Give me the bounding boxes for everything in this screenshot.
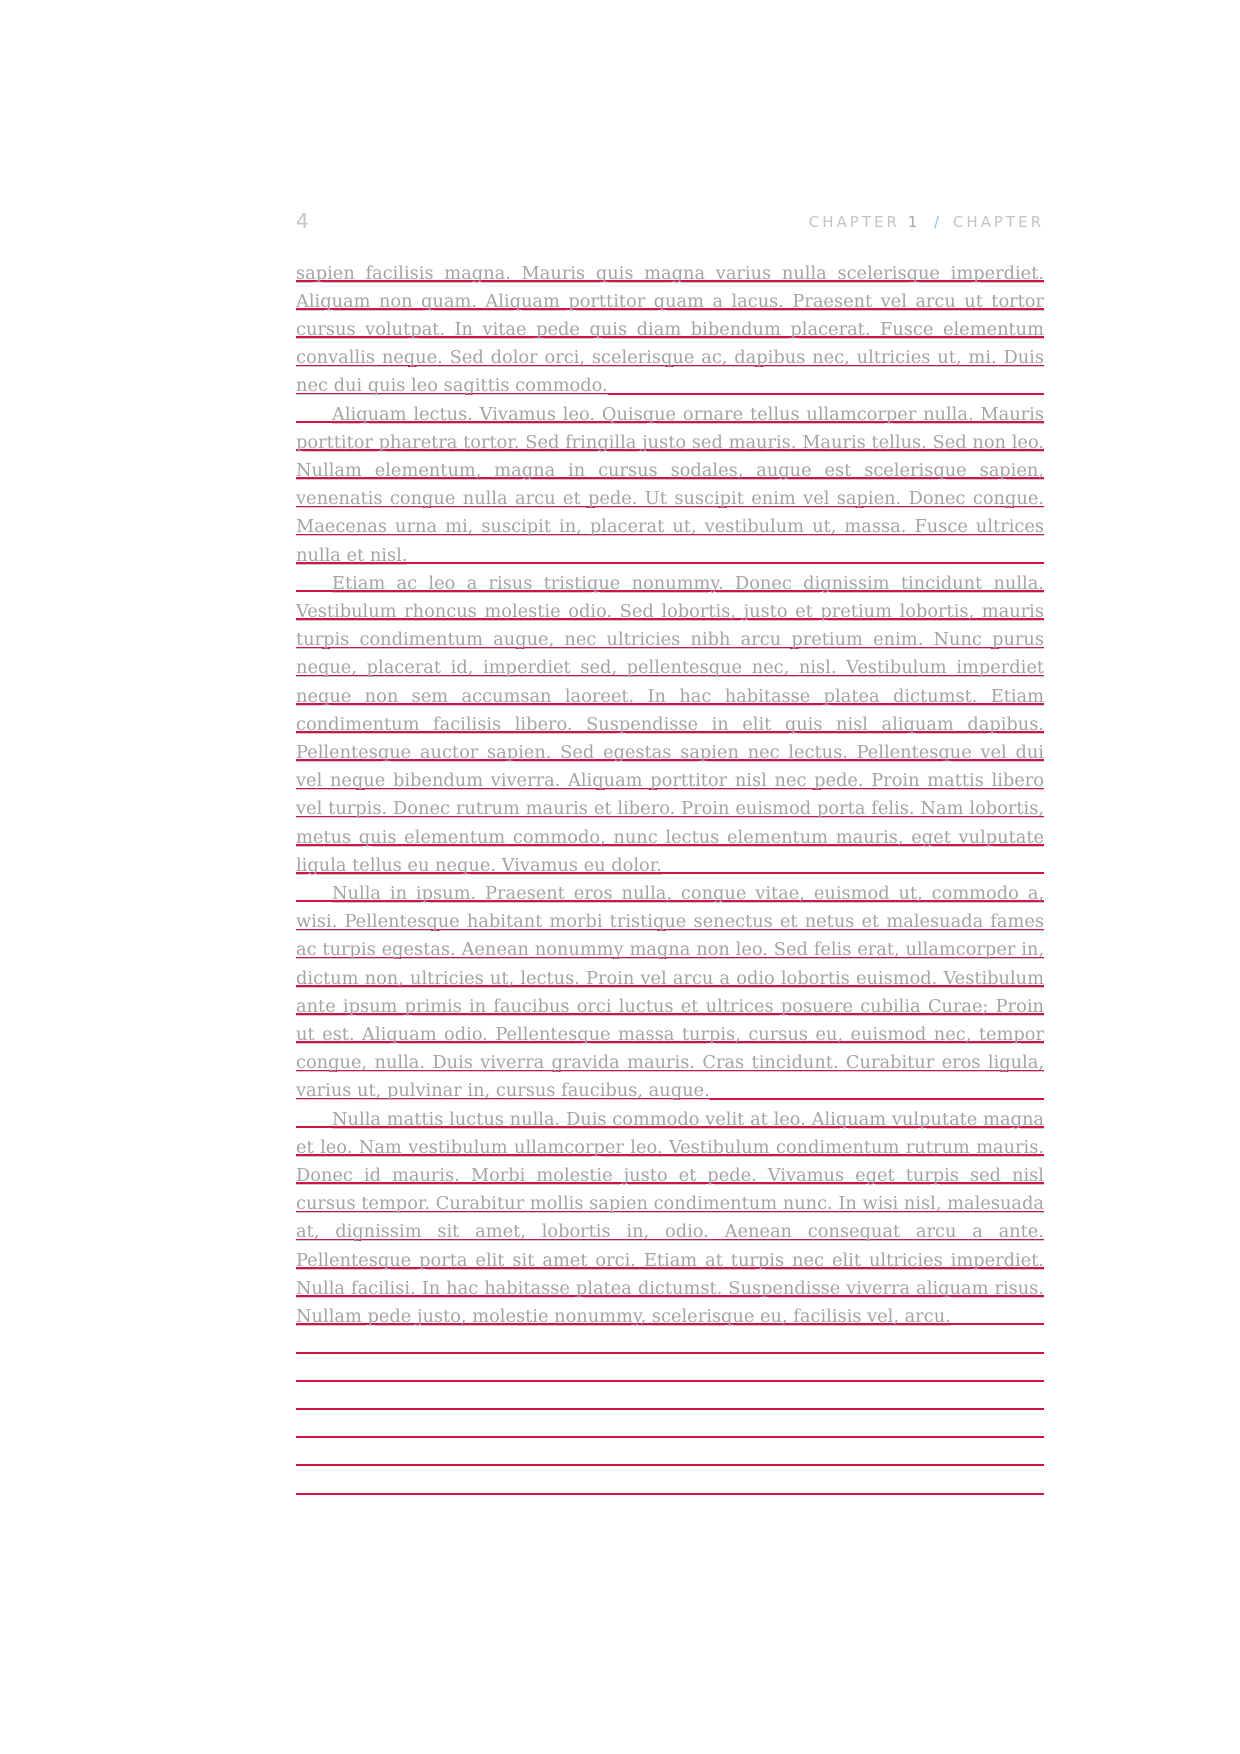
baseline-rule	[296, 1492, 1044, 1495]
baseline-rule	[296, 1436, 1044, 1439]
baseline-rule	[296, 1464, 1044, 1467]
baseline-rule	[296, 1408, 1044, 1410]
running-head-separator: /	[934, 213, 940, 231]
chapter-label: CHAPTER	[808, 213, 900, 231]
chapter-number: 1	[907, 213, 921, 231]
chapter-title: CHAPTER	[952, 213, 1044, 231]
running-head: CHAPTER 1 / CHAPTER	[809, 211, 1044, 233]
page-number: 4	[296, 209, 309, 233]
document-page: 4 CHAPTER 1 / CHAPTER sapien facilisis m…	[0, 0, 1240, 1754]
paragraph: Nulla in ipsum. Praesent eros nulla, con…	[296, 882, 1044, 1102]
body-text: sapien facilisis magna. Mauris quis magn…	[296, 260, 1044, 1332]
baseline-rule	[296, 1351, 1044, 1354]
paragraph: sapien facilisis magna. Mauris quis magn…	[296, 262, 1044, 397]
baseline-rule	[296, 1379, 1044, 1382]
paragraph: Nulla mattis luctus nulla. Duis commodo …	[296, 1108, 1044, 1328]
paragraph: Etiam ac leo a risus tristique nonummy. …	[296, 572, 1044, 876]
paragraph: Aliquam lectus. Vivamus leo. Quisque orn…	[296, 403, 1044, 566]
